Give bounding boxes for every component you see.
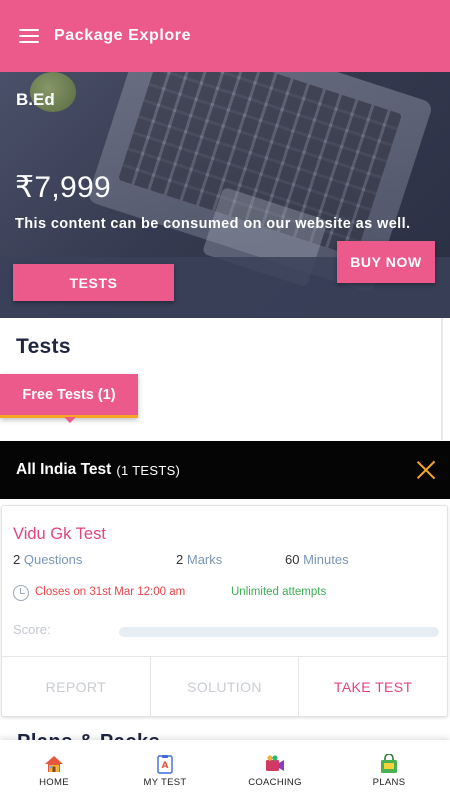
closing-date: Closes on 31st Mar 12:00 am <box>35 586 186 598</box>
close-icon[interactable] <box>416 460 436 480</box>
test-series-count: (1 TESTS) <box>116 462 181 478</box>
attempts-info: Unlimited attempts <box>231 586 327 598</box>
nav-home[interactable]: HOME <box>0 740 108 800</box>
tests-tab-button[interactable]: TESTS <box>13 264 174 301</box>
score-progress-bar <box>119 627 439 637</box>
menu-button[interactable] <box>0 0 58 72</box>
buy-now-button[interactable]: BUY NOW <box>337 241 435 283</box>
duration-minutes: 60 Minutes <box>285 552 349 567</box>
hamburger-icon <box>19 28 39 44</box>
solution-button[interactable]: SOLUTION <box>149 657 299 716</box>
package-hero-banner: B.Ed ₹7,999 This content can be consumed… <box>0 72 450 318</box>
package-category: B.Ed <box>16 90 55 109</box>
nav-plans[interactable]: PLANS <box>328 740 450 800</box>
home-icon <box>45 756 63 772</box>
test-series-header: All India Test (1 TESTS) <box>0 441 450 499</box>
free-tests-label: Free Tests (1) <box>22 386 116 403</box>
test-actions: REPORT SOLUTION TAKE TEST <box>2 656 447 716</box>
questions-count: 2 Questions <box>13 552 83 567</box>
page-title: Package Explore <box>54 27 192 44</box>
svg-text:A: A <box>162 761 169 771</box>
nav-home-label: HOME <box>39 777 69 788</box>
bottom-navigation: HOME A MY TEST COACHING PLANS <box>0 740 450 800</box>
my-test-icon: A <box>157 755 173 774</box>
test-title[interactable]: Vidu Gk Test <box>13 525 106 544</box>
divider <box>441 318 443 440</box>
plans-icon <box>381 754 397 773</box>
tests-section-title: Tests <box>16 335 71 358</box>
nav-my-test-label: MY TEST <box>143 777 187 788</box>
free-tests-chip[interactable]: Free Tests (1) <box>0 374 138 423</box>
package-price: ₹7,999 <box>15 171 111 204</box>
app-bar: Package Explore <box>0 0 450 72</box>
package-note: This content can be consumed on our webs… <box>15 216 411 232</box>
take-test-button[interactable]: TAKE TEST <box>298 657 447 716</box>
nav-plans-label: PLANS <box>372 777 406 788</box>
clock-icon <box>13 585 29 601</box>
nav-coaching[interactable]: COACHING <box>222 740 328 800</box>
report-button[interactable]: REPORT <box>2 657 150 716</box>
score-label: Score: <box>13 622 51 637</box>
nav-my-test[interactable]: A MY TEST <box>108 740 222 800</box>
caret-down-icon <box>64 417 76 423</box>
test-card: Vidu Gk Test 2 Questions 2 Marks 60 Minu… <box>1 505 448 717</box>
coaching-icon <box>266 755 284 771</box>
test-series-title: All India Test <box>16 461 112 478</box>
marks-count: 2 Marks <box>176 552 223 567</box>
nav-coaching-label: COACHING <box>248 777 302 788</box>
